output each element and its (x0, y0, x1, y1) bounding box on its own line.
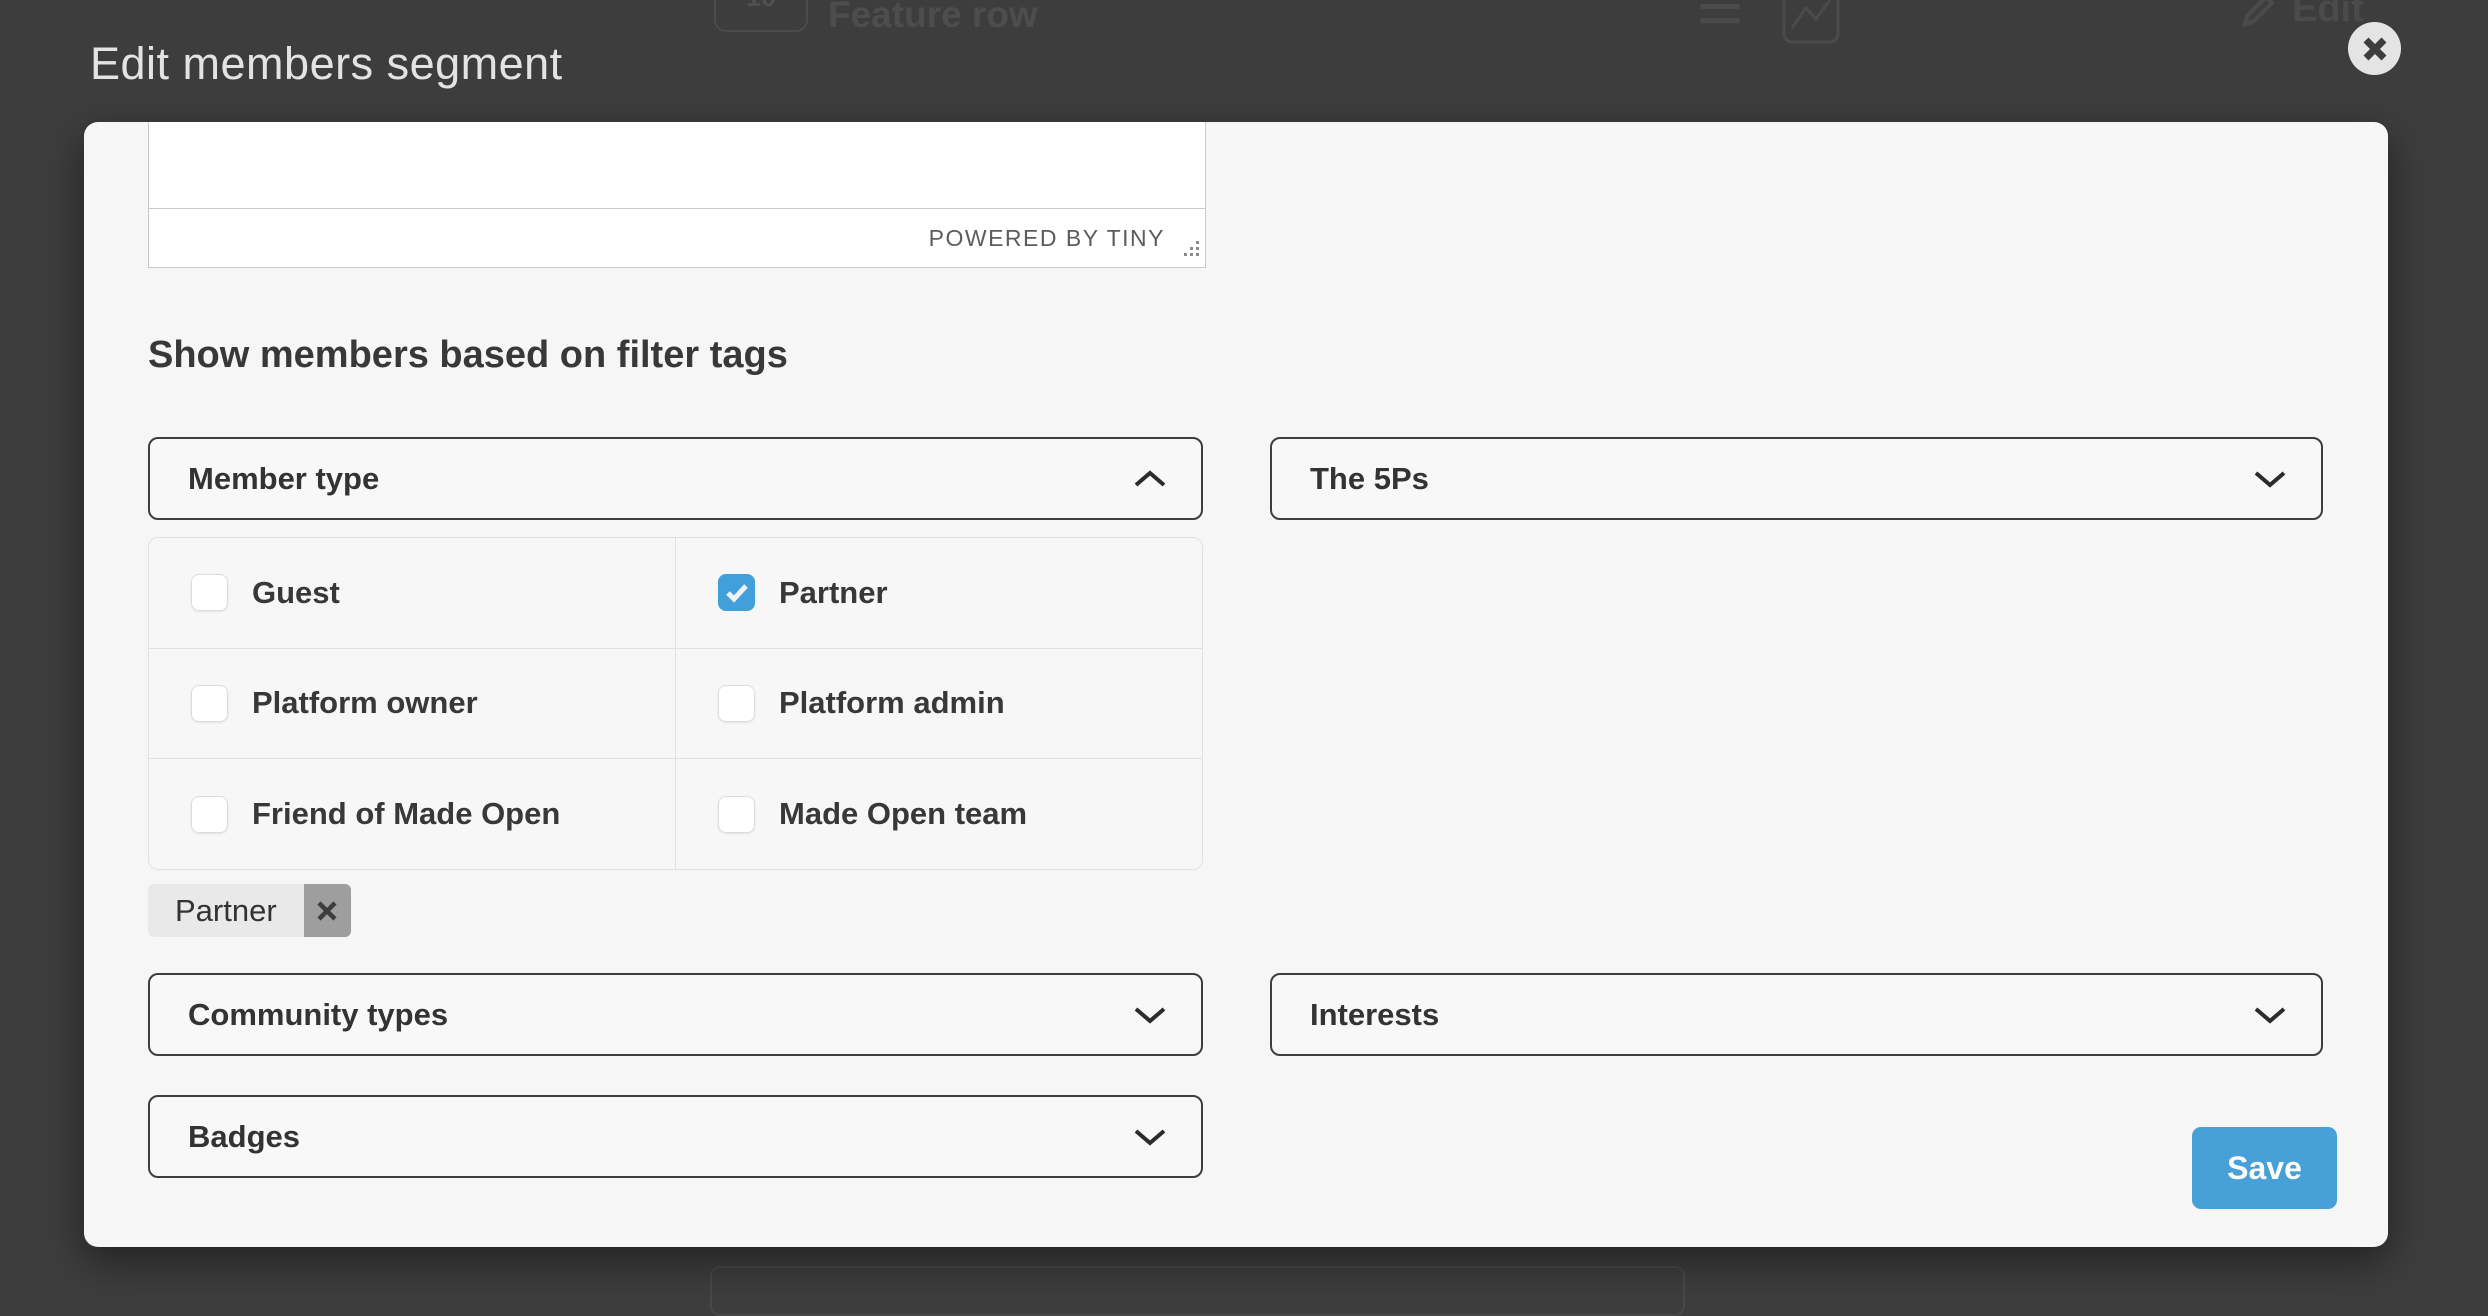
powered-by-tiny-label: POWERED BY TINY (929, 225, 1165, 252)
option-label: Platform owner (252, 685, 478, 721)
the-5ps-label: The 5Ps (1310, 461, 1429, 497)
filters-heading: Show members based on filter tags (148, 334, 788, 377)
member-type-dropdown[interactable]: Member type (148, 437, 1203, 520)
editor-content-area[interactable] (149, 122, 1205, 209)
the-5ps-dropdown[interactable]: The 5Ps (1270, 437, 2323, 520)
option-label: Guest (252, 575, 340, 611)
member-type-options-grid: Guest Partner Platform owner Platform ad… (148, 537, 1203, 870)
edit-members-segment-modal: POWERED BY TINY Show members based on fi… (84, 122, 2388, 1247)
option-partner[interactable]: Partner (676, 538, 1202, 648)
background-count-box: 10 (714, 0, 808, 32)
close-button[interactable] (2348, 22, 2401, 75)
background-edit-label: Edit (2292, 0, 2364, 31)
interests-label: Interests (1310, 997, 1439, 1033)
pencil-icon (2238, 0, 2280, 31)
community-types-label: Community types (188, 997, 448, 1033)
background-feature-row-label: Feature row (828, 0, 1038, 36)
chevron-down-icon (2253, 1005, 2287, 1025)
x-icon (316, 900, 338, 922)
checkbox-guest[interactable] (191, 574, 228, 611)
checkbox-friend-of-made-open[interactable] (191, 796, 228, 833)
checkbox-platform-admin[interactable] (718, 685, 755, 722)
save-button[interactable]: Save (2192, 1127, 2337, 1209)
community-types-dropdown[interactable]: Community types (148, 973, 1203, 1056)
checkbox-platform-owner[interactable] (191, 685, 228, 722)
resize-grip-icon[interactable] (1181, 238, 1201, 263)
close-icon (2362, 36, 2388, 62)
checkbox-partner[interactable] (718, 574, 755, 611)
option-platform-owner[interactable]: Platform owner (149, 649, 675, 759)
option-label: Partner (779, 575, 888, 611)
option-made-open-team[interactable]: Made Open team (676, 759, 1202, 869)
background-edit-button: Edit (2238, 0, 2364, 31)
modal-title: Edit members segment (90, 38, 563, 90)
tag-label: Partner (148, 884, 304, 937)
chart-icon (1782, 0, 1840, 49)
chevron-up-icon (1133, 469, 1167, 489)
tag-remove-button[interactable] (304, 884, 351, 937)
chevron-down-icon (1133, 1005, 1167, 1025)
rich-text-editor[interactable]: POWERED BY TINY (148, 122, 1206, 268)
checkbox-made-open-team[interactable] (718, 796, 755, 833)
option-friend-of-made-open[interactable]: Friend of Made Open (149, 759, 675, 869)
badges-label: Badges (188, 1119, 300, 1155)
editor-statusbar: POWERED BY TINY (149, 209, 1205, 267)
member-type-label: Member type (188, 461, 379, 497)
option-platform-admin[interactable]: Platform admin (676, 649, 1202, 759)
chevron-down-icon (2253, 469, 2287, 489)
background-count: 10 (746, 0, 776, 13)
interests-dropdown[interactable]: Interests (1270, 973, 2323, 1056)
option-label: Made Open team (779, 796, 1027, 832)
menu-icon (1700, 4, 1740, 32)
badges-dropdown[interactable]: Badges (148, 1095, 1203, 1178)
option-label: Friend of Made Open (252, 796, 560, 832)
background-bottom-card (710, 1266, 1685, 1316)
selected-tag-partner: Partner (148, 884, 351, 937)
check-icon (725, 583, 749, 603)
chevron-down-icon (1133, 1127, 1167, 1147)
option-guest[interactable]: Guest (149, 538, 675, 648)
option-label: Platform admin (779, 685, 1005, 721)
